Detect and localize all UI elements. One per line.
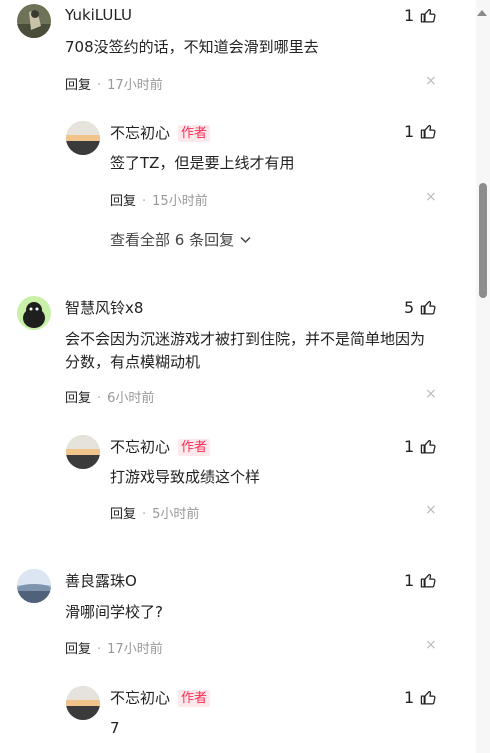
avatar[interactable] [17,296,51,330]
thumbs-up-icon [420,573,436,588]
thumbs-up-icon [420,690,436,705]
like-count: 1 [404,688,415,707]
reply-author-label: 不忘初心 [110,124,171,142]
like-count: 1 [404,6,415,25]
avatar[interactable] [66,435,100,469]
like-count: 1 [404,437,415,456]
thumbs-up-icon [420,8,436,23]
sunset-avatar-icon [66,686,100,720]
landscape-avatar-icon [17,569,51,603]
like-count: 1 [404,122,415,141]
close-icon[interactable]: × [425,189,437,205]
reply-author-name[interactable]: 不忘初心 作者 [110,687,211,708]
close-icon[interactable]: × [425,502,437,518]
author-badge: 作者 [178,125,211,142]
reply-author-label: 不忘初心 [110,438,171,456]
sunset-avatar-icon [66,435,100,469]
close-icon[interactable]: × [425,73,437,89]
timestamp: 6小时前 [107,391,155,406]
like-button[interactable]: 1 [404,688,437,707]
reply-text: 签了TZ，但是要上线才有用 [110,154,295,172]
thumbs-up-icon [420,300,436,315]
expand-replies-label: 查看全部 6 条回复 [110,231,235,249]
reply-text: 7 [110,719,120,737]
thumbs-up-icon [420,124,436,139]
reply-author-name[interactable]: 不忘初心 作者 [110,122,211,143]
like-count: 5 [404,298,415,317]
reply-button[interactable]: 回复 [65,642,91,657]
cartoon-avatar-icon [17,296,51,330]
close-icon[interactable]: × [425,637,437,653]
comment-meta: 回复 · 6小时前 [65,387,154,406]
like-button[interactable]: 1 [404,6,437,25]
like-button[interactable]: 1 [404,571,437,590]
comment-meta: 回复 · 17小时前 [65,638,163,657]
reply-button[interactable]: 回复 [65,78,91,93]
commenter-name[interactable]: 善良露珠O [65,570,137,591]
thumbs-up-icon [420,439,436,454]
timestamp: 17小时前 [107,78,163,93]
like-button[interactable]: 1 [404,437,437,456]
expand-replies-button[interactable]: 查看全部 6 条回复 [110,229,251,250]
avatar[interactable] [66,121,100,155]
timestamp: 5小时前 [152,507,200,522]
avatar-photo-icon [17,4,51,38]
commenter-name[interactable]: YukiLULU [65,6,132,24]
reply-button[interactable]: 回复 [65,391,91,406]
separator-dot: · [97,391,102,406]
comment-meta: 回复 · 17小时前 [65,74,163,93]
reply-text: 打游戏导致成绩这个样 [110,468,261,486]
timestamp: 15小时前 [152,194,208,209]
scrollbar[interactable] [476,0,490,753]
like-button[interactable]: 1 [404,122,437,141]
comment-text: 708没签约的话，不知道会滑到哪里去 [65,38,319,56]
like-button[interactable]: 5 [404,298,437,317]
comment-text: 会不会因为沉迷游戏才被打到住院，并不是简单地因为分数，有点模糊动机 [65,330,426,371]
reply-meta: 回复 · 5小时前 [110,503,199,522]
separator-dot: · [142,194,147,209]
comment-text: 滑哪间学校了? [65,603,163,621]
separator-dot: · [142,507,147,522]
like-count: 1 [404,571,415,590]
separator-dot: · [97,78,102,93]
commenter-name[interactable]: 智慧风铃x8 [65,297,143,318]
timestamp: 17小时前 [107,642,163,657]
reply-author-name[interactable]: 不忘初心 作者 [110,436,211,457]
reply-author-label: 不忘初心 [110,689,171,707]
avatar[interactable] [17,4,51,38]
avatar[interactable] [17,569,51,603]
reply-button[interactable]: 回复 [110,194,136,209]
reply-meta: 回复 · 15小时前 [110,190,208,209]
scroll-up-icon[interactable] [477,10,487,16]
avatar[interactable] [66,686,100,720]
chevron-down-icon [240,236,251,244]
close-icon[interactable]: × [425,386,437,402]
sunset-avatar-icon [66,121,100,155]
scrollbar-thumb[interactable] [479,183,487,298]
author-badge: 作者 [178,439,211,456]
author-badge: 作者 [178,690,211,707]
reply-button[interactable]: 回复 [110,507,136,522]
separator-dot: · [97,642,102,657]
